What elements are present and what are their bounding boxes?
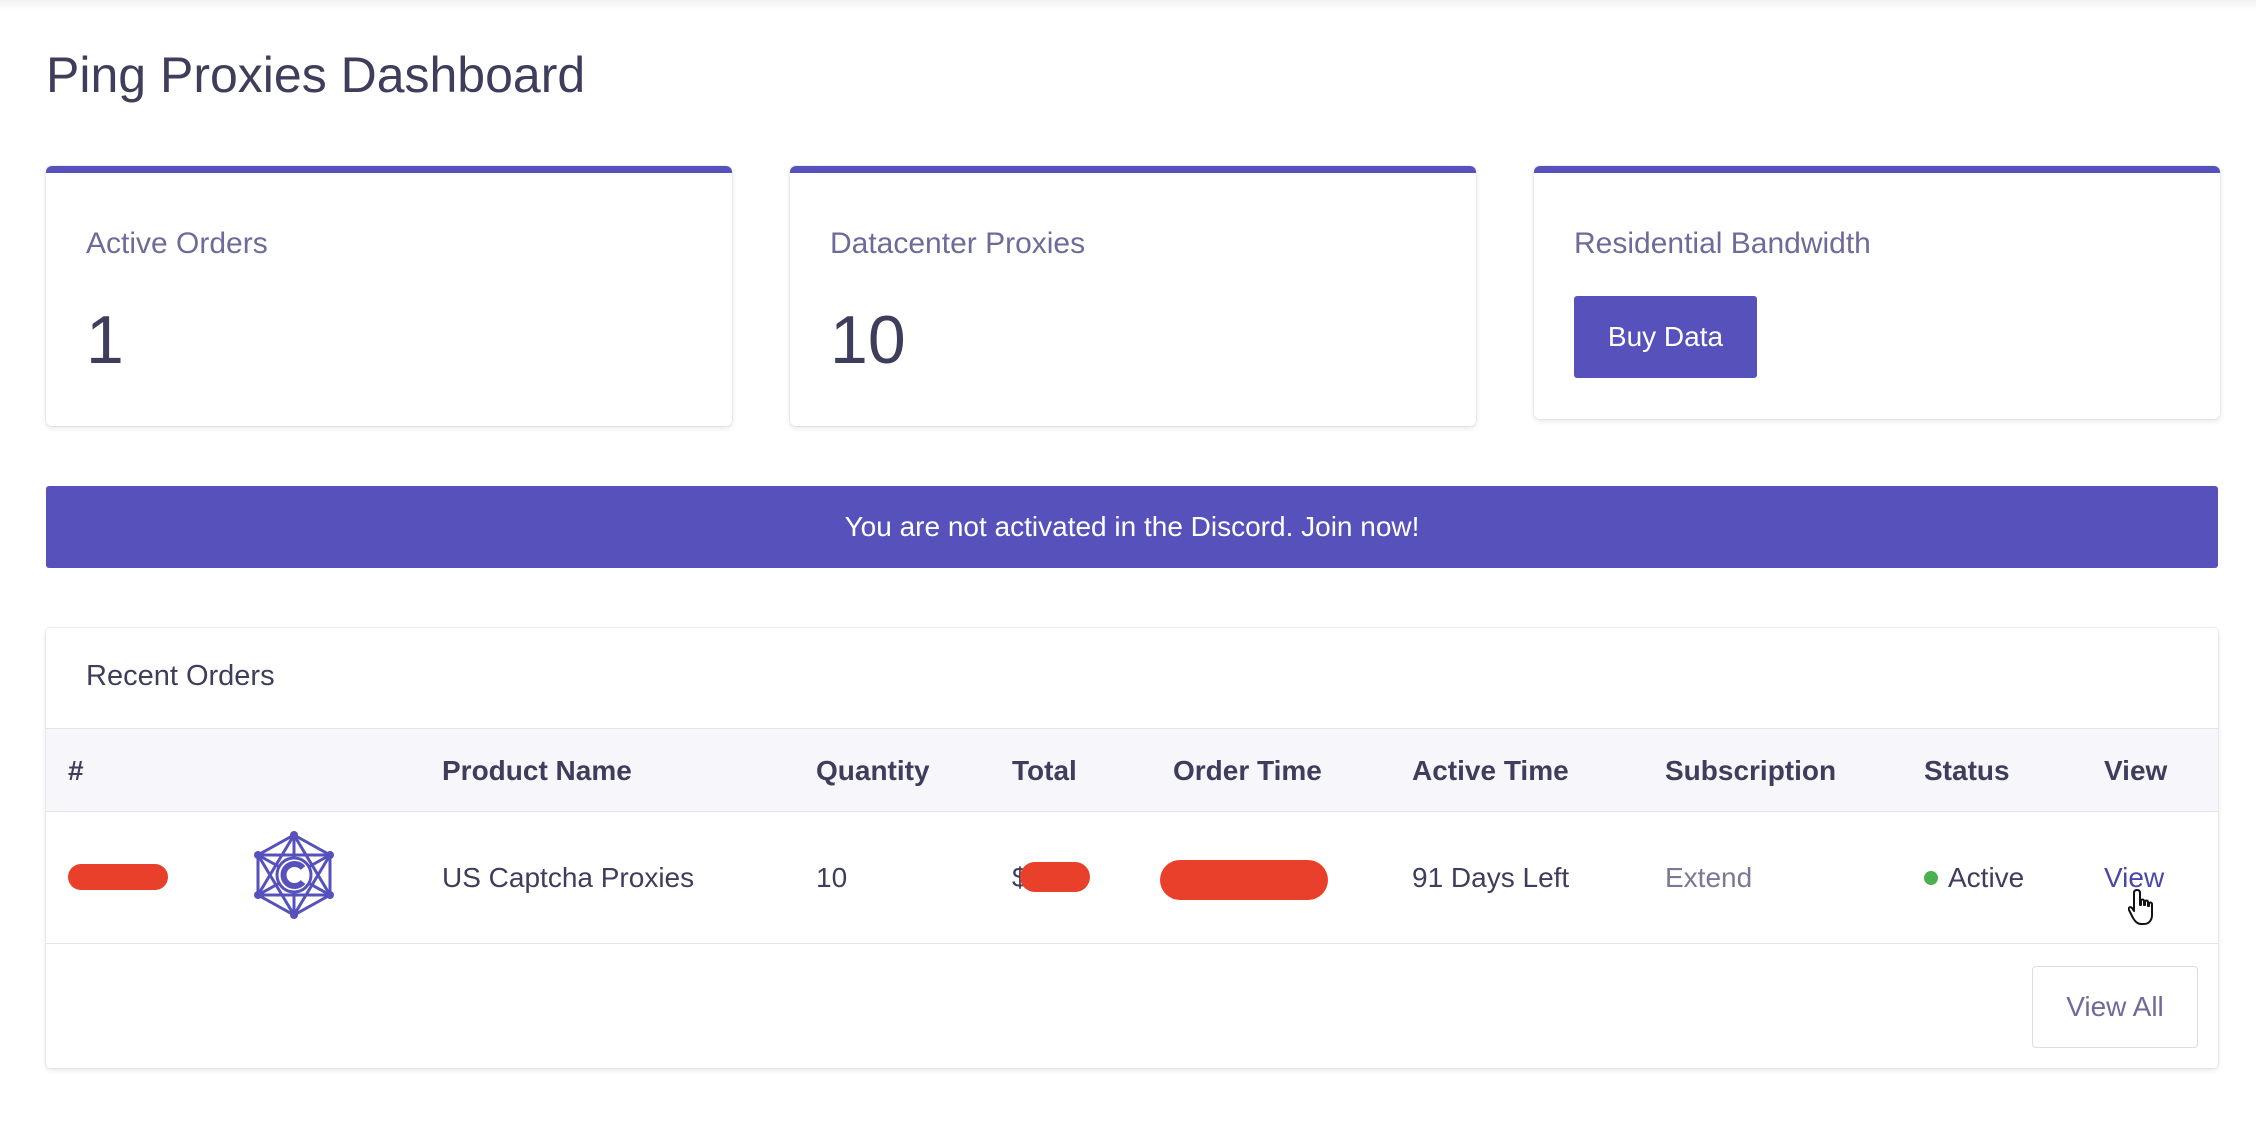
column-header-subscription: Subscription (1665, 755, 1837, 786)
view-all-button[interactable]: View All (2032, 966, 2198, 1048)
table-row: US Captcha Proxies 10 $ 91 Days Left Ext… (46, 812, 2218, 944)
stat-value: 1 (86, 302, 124, 378)
orders-title: Recent Orders (86, 660, 275, 692)
column-header-active-time: Active Time (1412, 755, 1569, 786)
active-time: 91 Days Left (1412, 862, 1570, 893)
column-header-total: Total (1012, 755, 1077, 786)
recent-orders-card: Recent Orders # Product Name Quantity To… (46, 628, 2218, 1068)
product-name: US Captcha Proxies (442, 862, 695, 893)
stat-card-datacenter-proxies: Datacenter Proxies 10 (790, 166, 1476, 426)
stat-card-active-orders: Active Orders 1 (46, 166, 732, 426)
column-header-id: # (68, 755, 84, 786)
redacted-order-id (68, 864, 168, 890)
table-header: # Product Name Quantity Total Order Time… (46, 728, 2218, 812)
stat-label: Active Orders (86, 227, 268, 260)
stat-label: Datacenter Proxies (830, 227, 1086, 260)
column-header-view: View (2104, 755, 2168, 786)
redacted-order-time (1160, 860, 1328, 900)
product-icon-cell (252, 812, 336, 944)
stat-value: 10 (830, 302, 906, 378)
captcha-network-icon (252, 830, 336, 926)
column-header-status: Status (1924, 755, 2010, 786)
page-title: Ping Proxies Dashboard (46, 47, 586, 103)
stat-card-residential-bandwidth: Residential Bandwidth Buy Data (1534, 166, 2220, 419)
column-header-order-time: Order Time (1173, 755, 1322, 786)
status-dot-icon (1924, 871, 1938, 885)
column-header-quantity: Quantity (816, 755, 930, 786)
status-badge: Active (1924, 812, 2024, 944)
buy-data-button[interactable]: Buy Data (1574, 296, 1757, 378)
discord-banner[interactable]: You are not activated in the Discord. Jo… (46, 486, 2218, 568)
column-header-product-name: Product Name (442, 755, 632, 786)
status-text: Active (1948, 862, 2025, 893)
top-shadow (0, 0, 2256, 10)
stat-label: Residential Bandwidth (1574, 227, 1871, 260)
extend-subscription-link[interactable]: Extend (1665, 812, 1752, 944)
quantity: 10 (816, 862, 848, 893)
redacted-total (1020, 862, 1090, 892)
hand-cursor-icon (2127, 888, 2160, 933)
